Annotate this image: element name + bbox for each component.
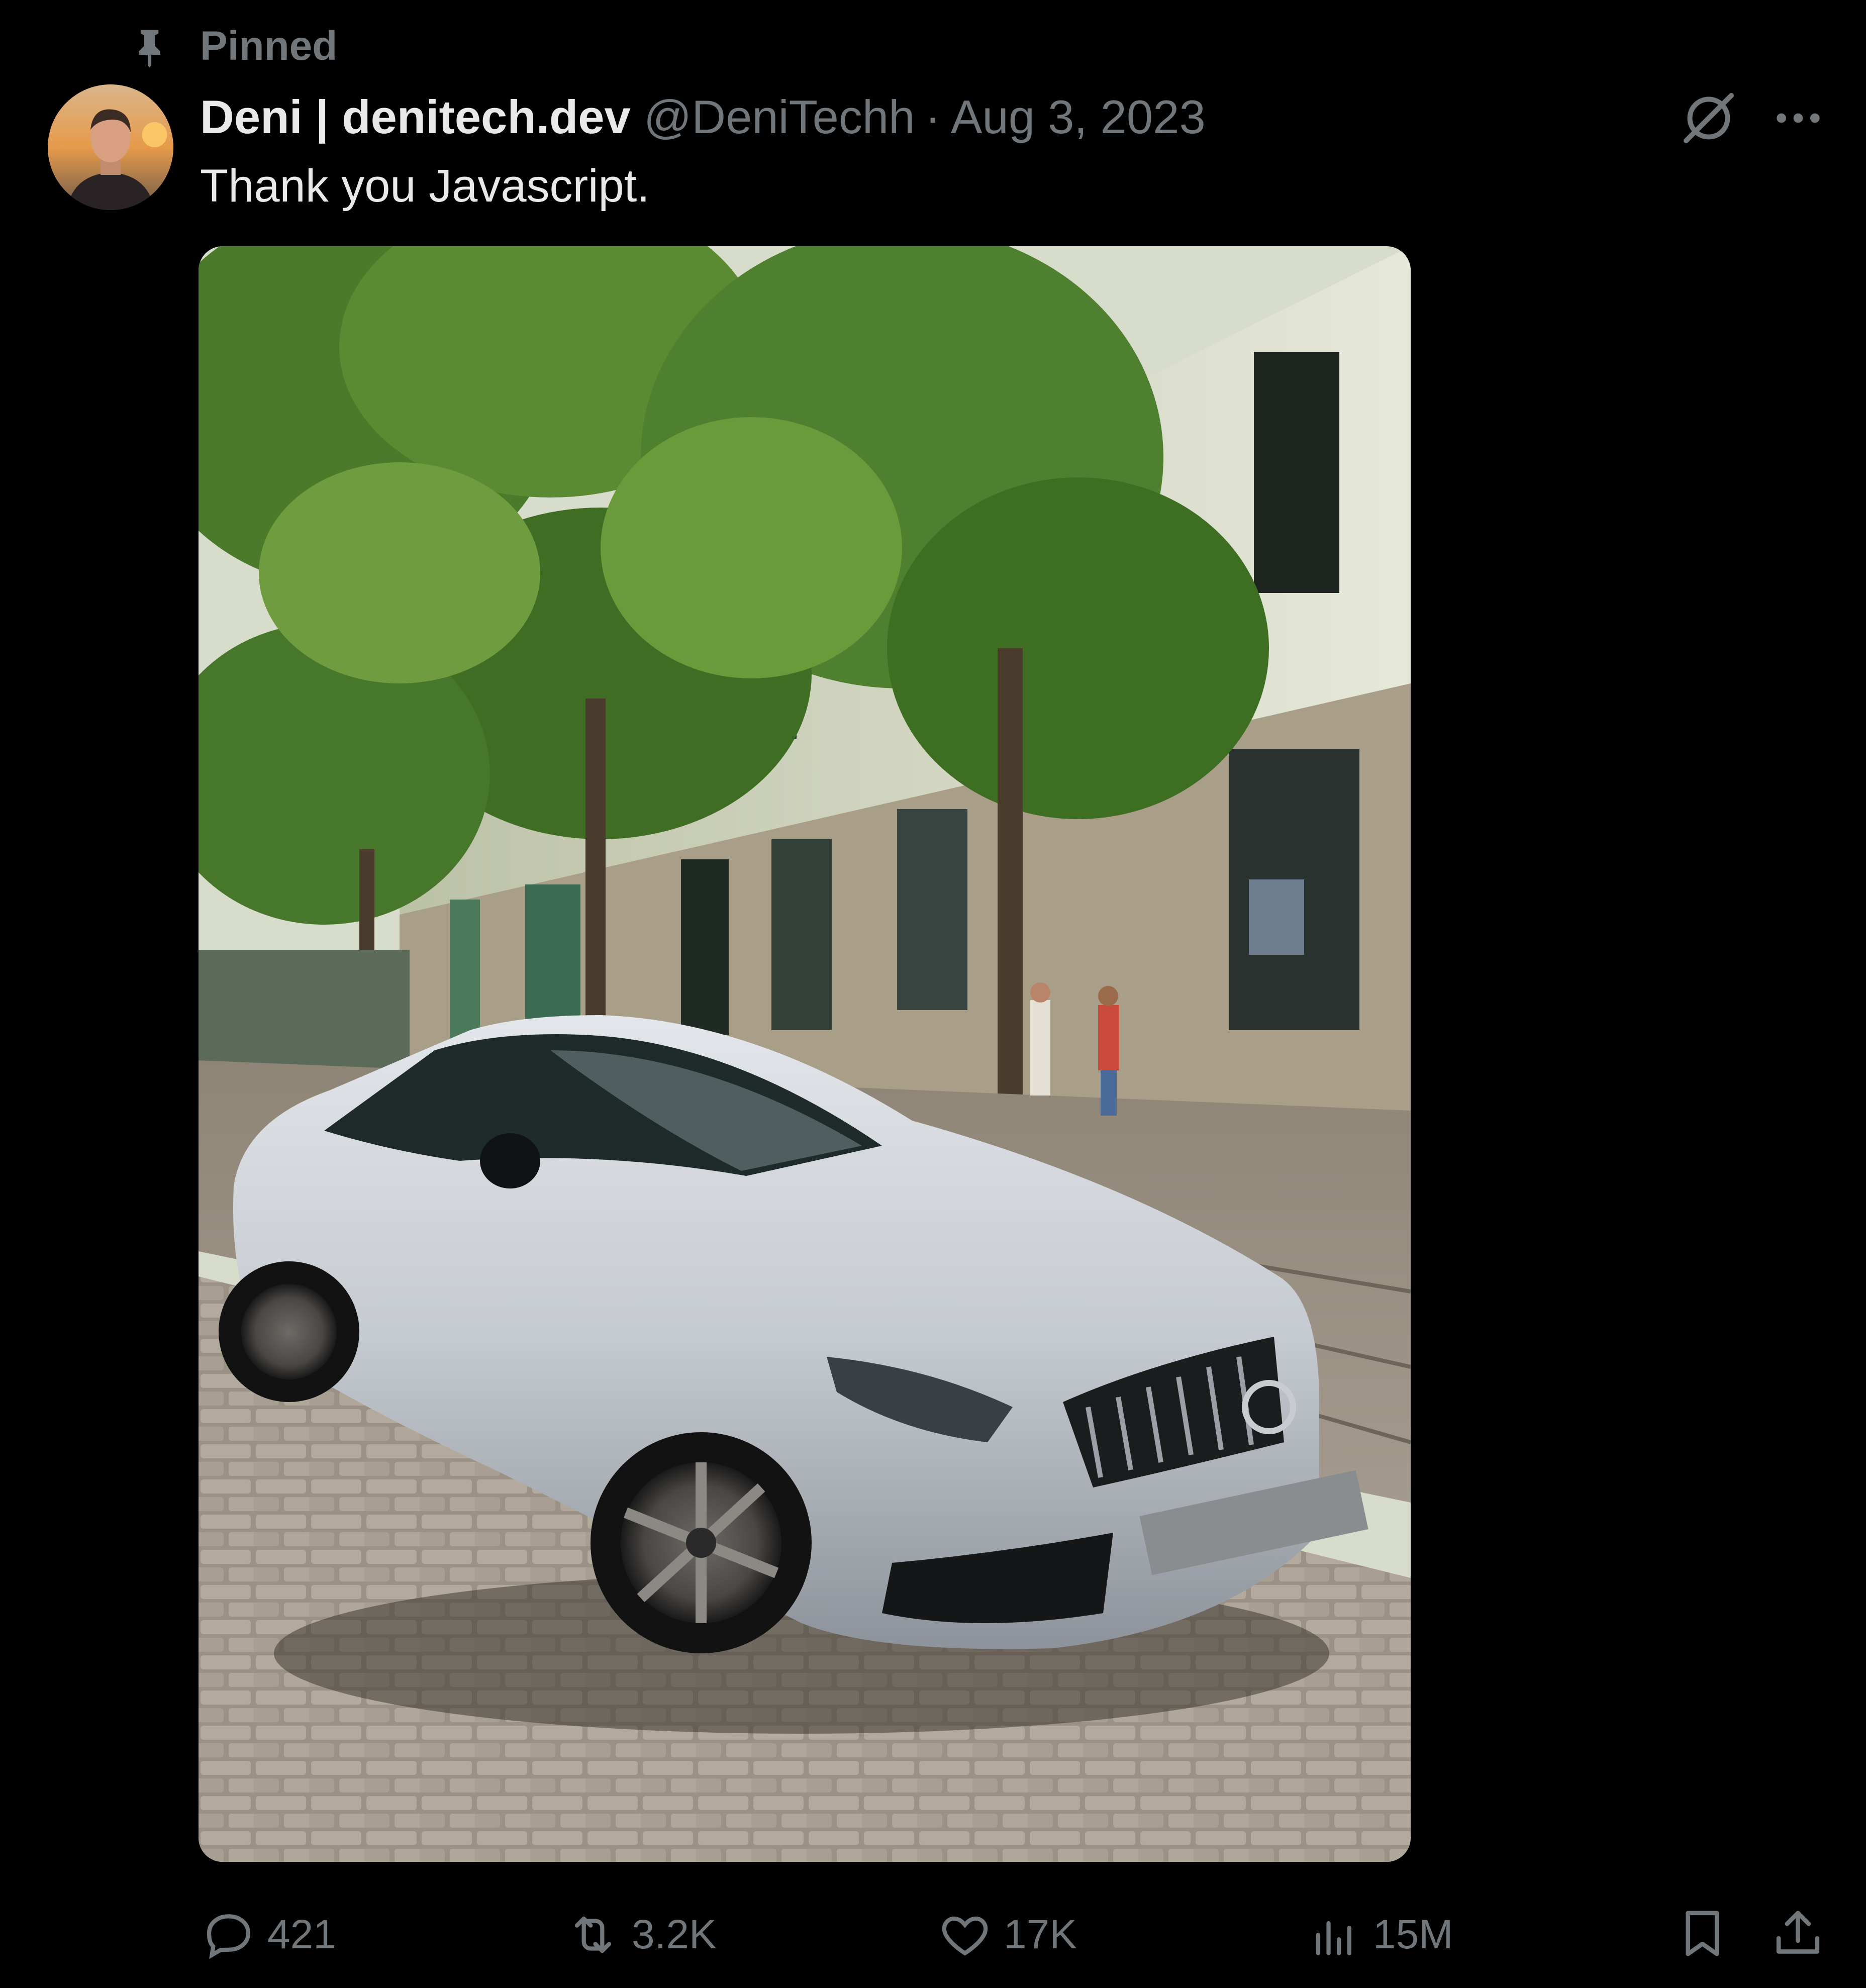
display-name[interactable]: Deni | denitech.dev xyxy=(200,90,631,144)
retweet-count: 3.2K xyxy=(632,1912,717,1957)
like-button[interactable]: 17K xyxy=(937,1907,1077,1962)
like-count: 17K xyxy=(1004,1912,1077,1957)
reply-count: 421 xyxy=(267,1912,336,1957)
tweet-photo[interactable] xyxy=(199,246,1411,1862)
pin-icon xyxy=(128,25,171,70)
pinned-label: Pinned xyxy=(200,23,338,69)
tweet-header: Deni | denitech.dev @DeniTechh · Aug 3, … xyxy=(200,89,1206,145)
separator-dot: · xyxy=(925,90,941,143)
retweet-button[interactable]: 3.2K xyxy=(565,1907,717,1962)
views-button[interactable]: 15M xyxy=(1307,1907,1453,1962)
share-icon[interactable] xyxy=(1769,1905,1827,1962)
heart-icon xyxy=(942,1916,988,1956)
bookmark-icon[interactable] xyxy=(1674,1905,1731,1962)
views-count: 15M xyxy=(1373,1912,1453,1957)
tweet-date[interactable]: Aug 3, 2023 xyxy=(951,90,1206,144)
grok-icon[interactable] xyxy=(1679,88,1739,148)
avatar[interactable] xyxy=(48,84,173,210)
reply-button[interactable]: 421 xyxy=(201,1907,336,1962)
tweet-text: Thank you Javascript. xyxy=(200,160,650,212)
more-icon[interactable] xyxy=(1773,103,1823,133)
retweet-icon xyxy=(574,1916,612,1953)
views-icon xyxy=(1316,1921,1351,1955)
user-handle[interactable]: @DeniTechh xyxy=(644,90,915,144)
reply-icon xyxy=(207,1914,251,1959)
